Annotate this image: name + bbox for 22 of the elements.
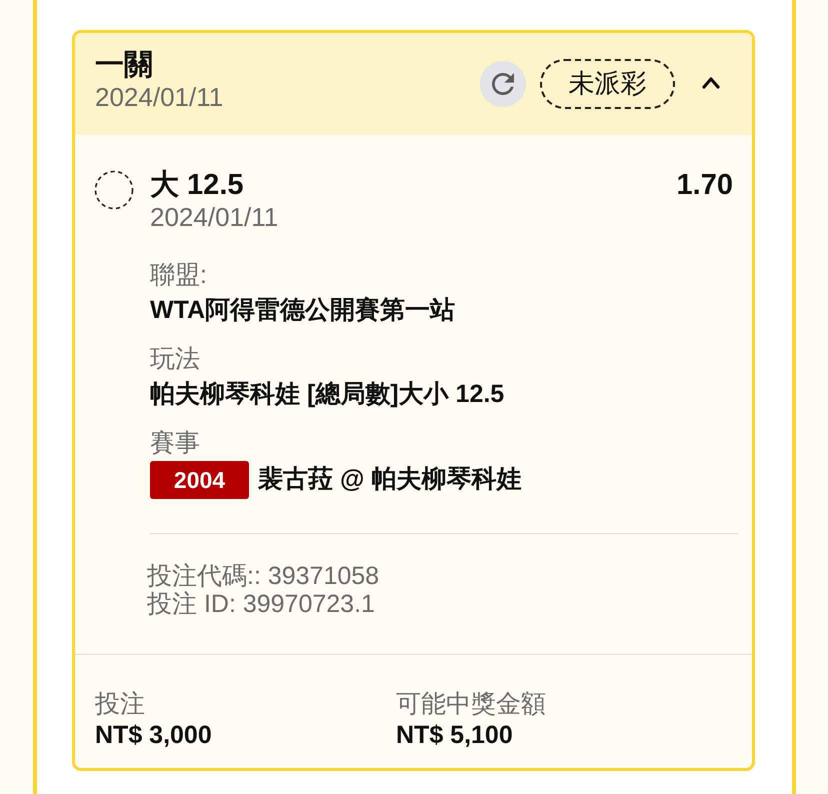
selection-pick: 大 12.5 <box>150 169 244 202</box>
match-name: 裴古菈 @ 帕夫柳琴科娃 <box>258 464 522 496</box>
status-badge: 未派彩 <box>540 58 675 108</box>
refresh-icon[interactable] <box>480 60 526 106</box>
detail-label: 賽事 <box>150 428 201 459</box>
total-amount: NT$ 3,000 <box>95 720 213 751</box>
selection-date: 2024/01/11 <box>150 202 280 232</box>
event-number-badge: 2004 <box>150 461 249 499</box>
card-title: 一關 <box>95 49 154 82</box>
total-amount: NT$ 5,100 <box>396 720 514 751</box>
detail-value: WTA阿得雷德公開賽第一站 <box>150 295 456 326</box>
detail-value: 帕夫柳琴科娃 [總局數]大小 12.5 <box>150 379 506 410</box>
detail-label: 玩法 <box>150 344 201 375</box>
total-label: 可能中獎金額 <box>396 689 546 719</box>
detail-label: 聯盟: <box>150 260 208 291</box>
odds-value: 1.70 <box>676 169 733 202</box>
dashed-circle-icon <box>94 170 134 210</box>
chevron-icon[interactable] <box>702 74 720 90</box>
bet-reference: 投注代碼:: 39371058 <box>147 562 380 590</box>
bet-reference: 投注 ID: 39970723.1 <box>147 590 376 618</box>
card-date: 2024/01/11 <box>95 82 224 112</box>
total-label: 投注 <box>95 689 146 719</box>
